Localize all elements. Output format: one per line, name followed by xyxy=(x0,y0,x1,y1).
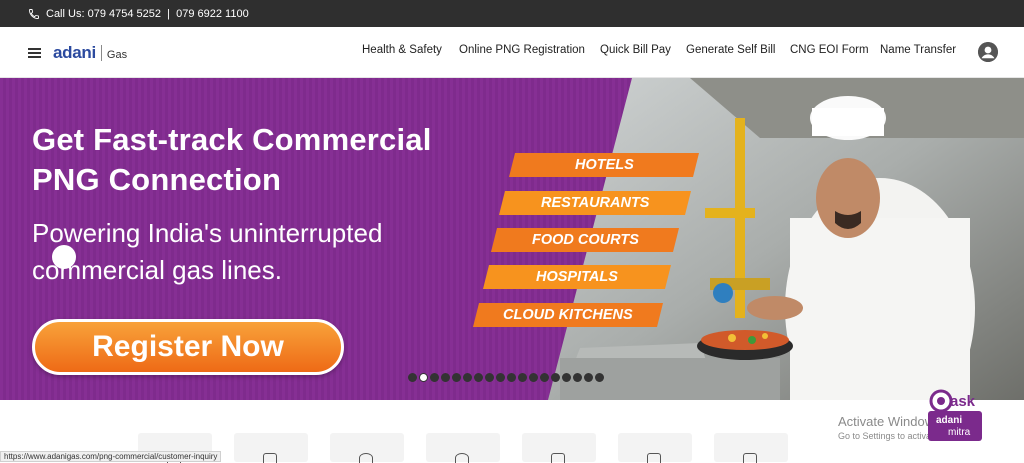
askmitra-label-ask: ask xyxy=(950,393,976,410)
carousel-dot[interactable] xyxy=(474,373,483,382)
ask-adani-mitra-chat-button[interactable]: ask adani mitra xyxy=(928,381,990,441)
hamburger-icon[interactable] xyxy=(28,48,41,58)
carousel-dot[interactable] xyxy=(485,373,494,382)
register-now-button[interactable]: Register Now xyxy=(32,319,344,375)
banner-headline: Get Fast-track Commercial PNG Connection xyxy=(32,120,432,200)
carousel-dot[interactable] xyxy=(452,373,461,382)
carousel-dot[interactable] xyxy=(463,373,472,382)
user-account-icon[interactable] xyxy=(978,42,998,62)
carousel-dot[interactable] xyxy=(551,373,560,382)
call-us-label: Call Us: xyxy=(46,7,85,20)
hero-banner-carousel[interactable]: Get Fast-track Commercial PNG Connection… xyxy=(0,78,1024,400)
carousel-prev-button[interactable] xyxy=(52,245,76,269)
service-card[interactable] xyxy=(234,433,308,463)
main-navbar: adani Gas Health & Safety Online PNG Reg… xyxy=(0,27,1024,78)
nav-generate-self-bill[interactable]: Generate Self Bill xyxy=(686,44,776,56)
service-card[interactable] xyxy=(426,433,500,463)
carousel-dot[interactable] xyxy=(584,373,593,382)
carousel-dot[interactable] xyxy=(595,373,604,382)
tag-hospitals: HOSPITALS xyxy=(483,265,671,289)
nav-cng-eoi-form[interactable]: CNG EOI Form xyxy=(790,44,869,56)
carousel-dot[interactable] xyxy=(518,373,527,382)
tag-hotels: HOTELS xyxy=(509,153,699,177)
phone-icon xyxy=(29,8,39,19)
subline-line-2: commercial gas lines. xyxy=(32,255,282,285)
carousel-dot[interactable] xyxy=(507,373,516,382)
link-status-url: https://www.adanigas.com/png-commercial/… xyxy=(0,451,222,462)
nav-name-transfer[interactable]: Name Transfer xyxy=(880,44,956,56)
service-card[interactable] xyxy=(618,433,692,463)
tag-cloud-kitchens: CLOUD KITCHENS xyxy=(473,303,663,327)
nav-health-safety[interactable]: Health & Safety xyxy=(362,44,442,56)
headline-line-2: PNG Connection xyxy=(32,162,282,197)
service-card[interactable] xyxy=(522,433,596,463)
adani-gas-logo[interactable]: adani Gas xyxy=(53,43,127,63)
banner-subline: Powering India's uninterrupted commercia… xyxy=(32,215,382,289)
tag-food-courts: FOOD COURTS xyxy=(491,228,679,252)
askmitra-label-adani: adani xyxy=(936,415,963,426)
carousel-dot[interactable] xyxy=(529,373,538,382)
nav-online-png-registration[interactable]: Online PNG Registration xyxy=(459,44,585,56)
carousel-dots xyxy=(408,373,606,382)
carousel-dot[interactable] xyxy=(496,373,505,382)
nav-quick-bill-pay[interactable]: Quick Bill Pay xyxy=(600,44,671,56)
phone-number-1[interactable]: 079 4754 5252 xyxy=(88,8,161,20)
top-contact-bar: Call Us: 079 4754 5252 | 079 6922 1100 xyxy=(0,0,1024,27)
subline-line-1: Powering India's uninterrupted xyxy=(32,218,383,248)
phone-number-2[interactable]: 079 6922 1100 xyxy=(176,8,249,20)
service-card[interactable] xyxy=(714,433,788,463)
service-card[interactable] xyxy=(330,433,404,463)
askmitra-label-mitra: mitra xyxy=(948,427,971,438)
carousel-dot[interactable] xyxy=(573,373,582,382)
logo-divider xyxy=(100,45,102,61)
headline-line-1: Get Fast-track Commercial xyxy=(32,122,432,157)
carousel-dot[interactable] xyxy=(408,373,417,382)
carousel-dot[interactable] xyxy=(562,373,571,382)
logo-sub: Gas xyxy=(106,49,128,61)
carousel-dot[interactable] xyxy=(419,373,428,382)
carousel-dot[interactable] xyxy=(441,373,450,382)
tag-restaurants: RESTAURANTS xyxy=(499,191,691,215)
carousel-dot[interactable] xyxy=(540,373,549,382)
logo-brand: adani xyxy=(53,43,96,62)
carousel-dot[interactable] xyxy=(430,373,439,382)
